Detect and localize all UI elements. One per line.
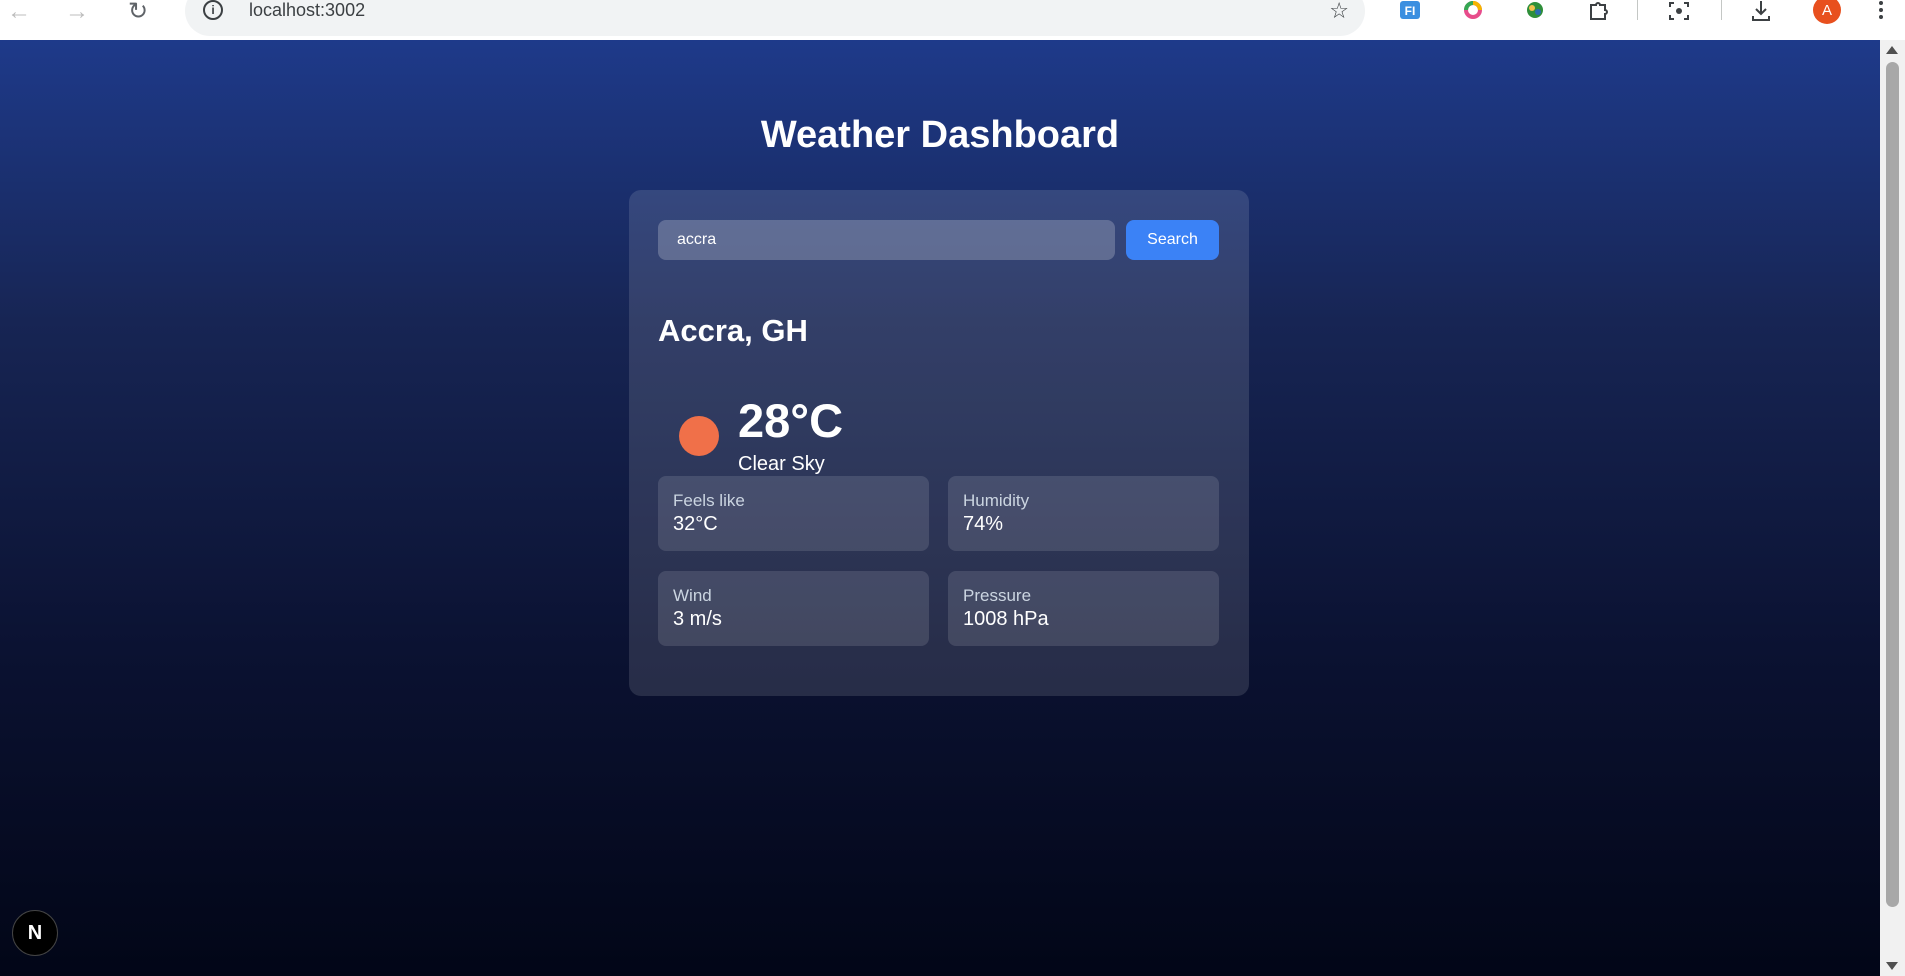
stat-value: 74% xyxy=(963,513,1004,535)
nextjs-dev-badge[interactable]: N xyxy=(12,910,58,956)
vertical-scrollbar[interactable] xyxy=(1880,40,1905,976)
sun-icon xyxy=(679,416,719,456)
stat-wind: Wind 3 m/s xyxy=(658,571,929,646)
page-title: Weather Dashboard xyxy=(760,114,1120,156)
stat-pressure: Pressure 1008 hPa xyxy=(948,571,1219,646)
download-icon[interactable] xyxy=(1749,0,1773,24)
search-button[interactable]: Search xyxy=(1126,220,1219,260)
scroll-thumb[interactable] xyxy=(1886,62,1899,907)
screenshot-icon[interactable] xyxy=(1667,0,1691,24)
toolbar-divider xyxy=(1637,0,1638,20)
location-name: Accra, GH xyxy=(658,313,808,348)
address-bar[interactable]: i localhost:3002 ☆ xyxy=(185,0,1365,36)
weather-card: Search Accra, GH 28°C Clear Sky Feels li… xyxy=(629,190,1249,696)
scroll-down-arrow-icon[interactable] xyxy=(1886,962,1898,970)
earth-extension-icon[interactable] xyxy=(1523,0,1547,24)
weather-condition: Clear Sky xyxy=(738,453,825,475)
stat-feels-like: Feels like 32°C xyxy=(658,476,929,551)
stat-value: 1008 hPa xyxy=(963,608,1049,630)
stat-label: Feels like xyxy=(673,491,745,510)
back-arrow-icon[interactable]: ← xyxy=(2,0,36,24)
forward-arrow-icon[interactable]: → xyxy=(60,0,94,24)
site-info-icon[interactable]: i xyxy=(203,0,223,20)
stat-value: 32°C xyxy=(673,513,718,535)
bookmark-star-icon[interactable]: ☆ xyxy=(1329,0,1349,24)
profile-avatar[interactable]: A xyxy=(1813,0,1841,24)
fi-extension-icon[interactable]: FI xyxy=(1398,0,1422,24)
menu-kebab-icon[interactable] xyxy=(1873,0,1889,24)
scroll-up-arrow-icon[interactable] xyxy=(1886,46,1898,54)
puzzle-icon[interactable] xyxy=(1587,0,1611,24)
stat-label: Wind xyxy=(673,586,712,605)
address-url[interactable]: localhost:3002 xyxy=(249,0,365,21)
browser-toolbar: ← → ↻ i localhost:3002 ☆ FI A xyxy=(0,0,1905,40)
stat-label: Humidity xyxy=(963,491,1030,510)
reload-icon[interactable]: ↻ xyxy=(121,0,155,24)
stat-label: Pressure xyxy=(963,586,1032,605)
stat-value: 3 m/s xyxy=(673,608,722,630)
temperature: 28°C xyxy=(738,394,844,447)
page-viewport: Weather Dashboard Search Accra, GH 28°C … xyxy=(0,40,1880,976)
toolbar-divider xyxy=(1721,0,1722,20)
stat-humidity: Humidity 74% xyxy=(948,476,1219,551)
svg-text:FI: FI xyxy=(1405,4,1416,18)
city-search-input[interactable] xyxy=(658,220,1115,260)
ring-extension-icon[interactable] xyxy=(1461,0,1485,24)
